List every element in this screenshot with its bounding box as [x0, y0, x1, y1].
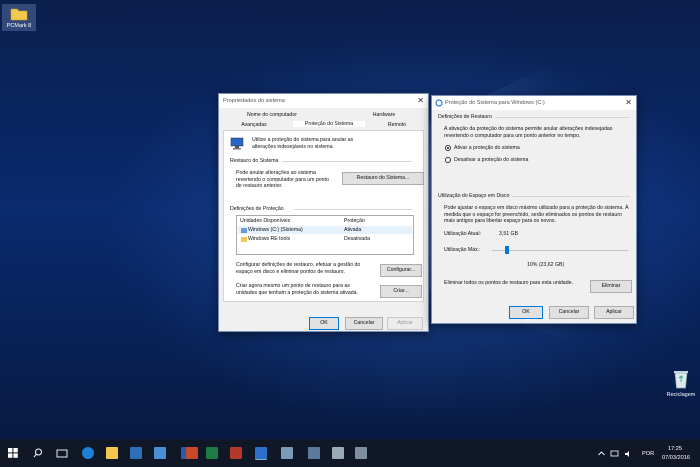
drive-name: Windows RE tools — [248, 236, 291, 242]
slider-track — [492, 249, 628, 251]
cancel-button[interactable]: Cancelar — [345, 317, 383, 330]
edge-icon[interactable] — [82, 447, 94, 459]
excel-icon[interactable] — [206, 447, 218, 459]
delete-text: Eliminar todos os pontos de restauro par… — [444, 280, 573, 286]
restore-description: A ativação da proteção do sistema permit… — [444, 126, 613, 139]
configure-text: Configurar definições de restauro, efetu… — [236, 262, 361, 275]
protection-group-label: Definições de Proteção — [230, 206, 284, 212]
divider — [496, 117, 630, 118]
app-icon[interactable] — [281, 447, 293, 459]
restore-text: Pode anular alterações ao sistema revert… — [236, 170, 329, 189]
chevron-up-icon[interactable] — [598, 451, 605, 456]
list-header-protection: Proteção — [344, 218, 365, 224]
apply-button[interactable]: Aplicar — [387, 317, 423, 330]
drives-list[interactable]: Unidades Disponíveis Proteção Windows (C… — [236, 215, 414, 255]
app-icon[interactable] — [355, 447, 367, 459]
system-protection-icon — [435, 99, 443, 107]
windows-start-icon[interactable] — [8, 448, 18, 458]
close-icon[interactable]: ✕ — [625, 98, 632, 107]
app-icon[interactable] — [332, 447, 344, 459]
tab-advanced[interactable]: Avançadas — [225, 122, 283, 128]
current-usage-value: 3,51 GB — [499, 231, 519, 237]
title-bar[interactable]: Proteção do Sistema para Windows (C:) ✕ — [432, 96, 636, 110]
language-indicator[interactable]: POR — [642, 451, 654, 457]
drive-icon — [241, 227, 247, 233]
close-icon[interactable]: ✕ — [417, 96, 424, 105]
configure-button[interactable]: Configurar... — [380, 264, 422, 277]
usage-slider[interactable] — [492, 246, 628, 254]
taskbar: POR 17:25 07/03/2016 — [0, 439, 700, 467]
restore-group-label: Restauro do Sistema — [230, 158, 279, 164]
desktop-icon-recycle-bin[interactable]: Reciclagem — [664, 368, 698, 398]
powerpoint-icon[interactable] — [186, 447, 198, 459]
delete-button[interactable]: Eliminar — [590, 280, 632, 293]
slider-thumb[interactable] — [505, 246, 510, 254]
ok-button[interactable]: OK — [309, 317, 339, 330]
disable-protection-label: Desativar a proteção do sistema — [454, 157, 529, 163]
window-title: Proteção do Sistema para Windows (C:) — [445, 100, 545, 106]
restore-settings-label: Definições de Restauro — [438, 114, 492, 120]
settings-icon[interactable] — [255, 447, 267, 460]
system-restore-button[interactable]: Restauro do Sistema... — [342, 172, 424, 185]
drive-name: Windows (C:) (Sistema) — [248, 227, 303, 233]
mail-icon[interactable] — [154, 447, 166, 459]
enable-protection-radio[interactable] — [445, 145, 451, 151]
task-view-icon[interactable] — [56, 449, 68, 458]
divider — [282, 161, 412, 162]
desktop-icon-pcmark[interactable]: PCMark 8 — [2, 4, 36, 31]
max-usage-label: Utilização Máx.: — [444, 247, 481, 253]
desktop-icon-label: Reciclagem — [666, 392, 696, 398]
cancel-button[interactable]: Cancelar — [549, 306, 589, 319]
system-properties-window: Propriedades do sistema ✕ Nome do comput… — [218, 93, 429, 332]
tab-remote[interactable]: Remoto — [369, 122, 425, 128]
disk-description: Pode ajustar o espaço em disco máximo ut… — [444, 205, 629, 224]
disk-usage-label: Utilização do Espaço em Disco — [438, 193, 510, 199]
computer-shield-icon — [230, 137, 244, 150]
list-item[interactable]: Windows RE tools Desativada — [238, 235, 412, 243]
drive-status: Ativada — [344, 227, 362, 233]
enable-protection-label: Ativar a proteção do sistema — [454, 145, 520, 151]
recycle-bin-icon — [674, 371, 688, 389]
store-icon[interactable] — [130, 447, 142, 459]
folder-icon — [10, 8, 28, 21]
list-header-drive: Unidades Disponíveis — [240, 218, 291, 224]
ok-button[interactable]: OK — [509, 306, 543, 319]
network-icon[interactable] — [610, 450, 619, 458]
system-protection-window: Proteção do Sistema para Windows (C:) ✕ … — [431, 95, 637, 324]
list-item[interactable]: Windows (C:) (Sistema) Ativada — [238, 226, 412, 234]
tab-system-protection[interactable]: Proteção do Sistema — [293, 121, 365, 127]
app-icon[interactable] — [230, 447, 242, 459]
search-icon[interactable] — [33, 448, 43, 458]
tab-hardware[interactable]: Hardware — [354, 112, 414, 118]
slider-value-text: 10% (23,62 GB) — [527, 262, 565, 268]
current-usage-label: Utilização Atual: — [444, 231, 481, 237]
title-bar[interactable]: Propriedades do sistema ✕ — [219, 94, 428, 108]
divider — [294, 209, 412, 210]
tab-computer-name[interactable]: Nome do computador — [239, 112, 305, 118]
folder-icon — [241, 236, 247, 242]
disable-protection-radio[interactable] — [445, 157, 451, 163]
clock-date[interactable]: 07/03/2016 — [662, 455, 690, 461]
divider — [512, 196, 630, 197]
create-button[interactable]: Criar... — [380, 285, 422, 298]
desktop-icon-label: PCMark 8 — [6, 23, 32, 29]
window-title: Propriedades do sistema — [223, 98, 285, 104]
file-explorer-icon[interactable] — [106, 447, 118, 459]
volume-icon[interactable] — [624, 450, 633, 458]
tab-panel: Utilize a proteção do sistema para anula… — [223, 130, 424, 302]
clock-time[interactable]: 17:25 — [668, 446, 682, 452]
drive-status: Desativada — [344, 236, 370, 242]
create-text: Criar agora mesmo um ponto de restauro p… — [236, 283, 358, 296]
app-icon[interactable] — [308, 447, 320, 459]
intro-text: Utilize a proteção do sistema para anula… — [252, 137, 354, 150]
apply-button[interactable]: Aplicar — [594, 306, 634, 319]
